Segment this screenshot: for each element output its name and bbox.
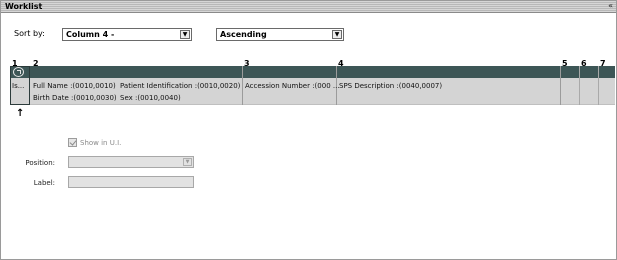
label-field[interactable] [68,176,194,188]
worklist-panel: Worklist « Sort by: Column 4 - ▼ Ascendi… [0,0,617,260]
refresh-icon[interactable] [13,67,24,77]
chevron-down-icon[interactable]: ▼ [332,30,342,39]
column-divider[interactable] [598,66,599,105]
chevron-down-icon[interactable]: ▼ [183,158,192,166]
column-divider[interactable] [579,66,580,105]
sort-by-label: Sort by: [14,29,45,38]
title-bar: Worklist « [1,1,616,13]
sort-direction-select[interactable]: Ascending ▼ [216,28,344,41]
label-label: Label: [33,179,55,187]
sort-column-select[interactable]: Column 4 - ▼ [62,28,192,41]
cell-sex[interactable]: Sex :(0010,0040) [120,94,181,102]
collapse-icon[interactable]: « [608,1,613,10]
sort-direction-value: Ascending [220,30,267,39]
show-in-ui-label: Show in U.I. [80,139,122,147]
sort-column-value: Column 4 - [66,30,115,39]
cell-full-name[interactable]: Full Name :(0010,0010) [33,82,116,90]
cell-birth-date[interactable]: Birth Date :(0010,0030) [33,94,117,102]
grid-header[interactable] [10,66,615,78]
position-select[interactable]: ▼ [68,156,194,168]
cell-sps-description[interactable]: SPS Description :(0040,0007) [339,82,442,90]
cell-patient-id[interactable]: Patient Identification :(0010,0020) [120,82,240,90]
column-divider[interactable] [242,66,243,105]
column-divider[interactable] [560,66,561,105]
cell-column-1[interactable]: Is... [12,82,24,90]
panel-title: Worklist [5,2,43,11]
show-in-ui-checkbox[interactable] [68,138,77,147]
up-arrow-icon[interactable]: ↑ [16,108,24,119]
position-label: Position: [25,159,55,167]
cell-accession-number[interactable]: Accession Number :(000 ... [245,82,340,90]
chevron-down-icon[interactable]: ▼ [180,30,190,39]
